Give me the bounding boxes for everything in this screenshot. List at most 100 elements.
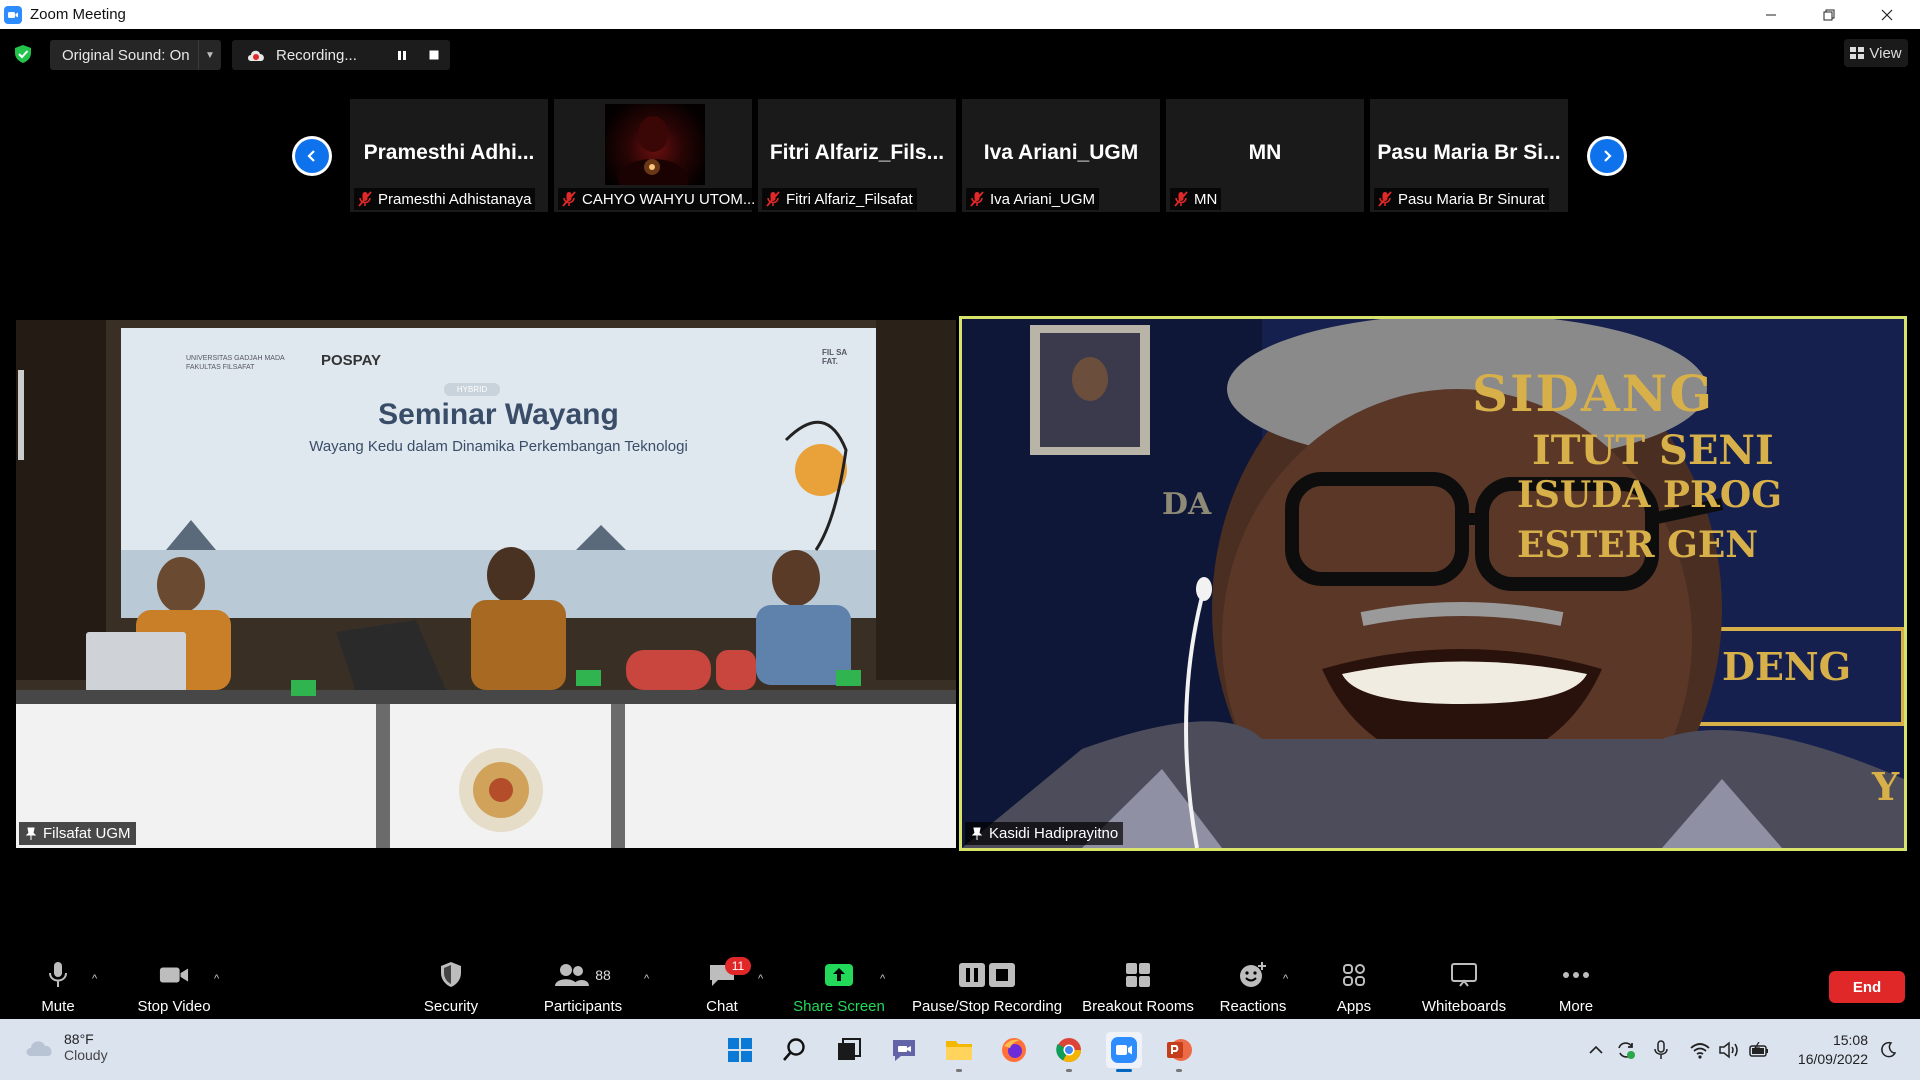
original-sound-button[interactable]: Original Sound: On ▼	[50, 40, 221, 70]
participant-tile[interactable]: CAHYO WAHYU UTOM...	[554, 99, 760, 212]
taskbar-search-button[interactable]	[776, 1032, 812, 1068]
start-button[interactable]	[722, 1032, 758, 1068]
pause-recording-button[interactable]	[386, 40, 418, 70]
stop-icon	[429, 50, 439, 60]
participants-button[interactable]: 88 Participants	[540, 951, 626, 1019]
running-indicator	[1176, 1069, 1182, 1072]
breakout-rooms-button[interactable]: Breakout Rooms	[1080, 951, 1196, 1019]
volume-tray-button[interactable]	[1717, 1039, 1741, 1061]
audio-options-chevron-icon[interactable]: ^	[92, 973, 97, 985]
participant-tile[interactable]: MN MN	[1166, 99, 1364, 212]
close-icon	[1881, 9, 1893, 20]
video-options-chevron-icon[interactable]: ^	[214, 973, 219, 985]
teams-chat-app[interactable]	[886, 1032, 922, 1068]
do-not-disturb-moon-icon	[1881, 1041, 1897, 1058]
participant-tile[interactable]: Iva Ariani_UGM Iva Ariani_UGM	[962, 99, 1160, 212]
wifi-tray-button[interactable]	[1689, 1039, 1711, 1061]
reactions-button[interactable]: Reactions	[1218, 951, 1288, 1019]
original-sound-label: Original Sound: On	[62, 46, 190, 64]
reactions-options-chevron-icon[interactable]: ^	[1283, 973, 1288, 985]
show-hidden-icons-button[interactable]	[1586, 1039, 1606, 1061]
apps-label: Apps	[1336, 998, 1372, 1015]
stop-recording-button[interactable]	[418, 40, 450, 70]
more-button[interactable]: More	[1556, 951, 1596, 1019]
zoom-app-icon	[1111, 1037, 1137, 1063]
share-screen-label: Share Screen	[793, 998, 885, 1015]
running-indicator	[1116, 1069, 1132, 1072]
share-screen-button[interactable]: Share Screen	[790, 951, 888, 1019]
end-meeting-button[interactable]: End	[1829, 971, 1905, 1003]
next-page-button[interactable]	[1587, 136, 1627, 176]
chrome-app[interactable]	[1051, 1032, 1087, 1072]
zoom-app[interactable]	[1106, 1032, 1142, 1072]
chevron-left-icon	[307, 150, 315, 162]
participant-label: Pramesthi Adhistanaya	[354, 188, 536, 210]
weather-widget[interactable]: 88°F Cloudy	[24, 1031, 108, 1063]
pause-icon	[398, 50, 406, 60]
microphone-in-use-icon	[1654, 1040, 1668, 1059]
restore-button[interactable]	[1800, 0, 1858, 29]
chevron-up-icon	[1589, 1045, 1603, 1054]
video-participant-name: Filsafat UGM	[43, 825, 131, 842]
video-kasidi-hadiprayitno[interactable]: SIDANG ITUT SENI DA ISUDA PROG ESTER GEN…	[959, 316, 1907, 851]
banner-sponsor-text: POSPAY	[321, 352, 382, 369]
participants-options-chevron-icon[interactable]: ^	[644, 973, 649, 985]
pin-icon	[971, 827, 983, 840]
cloud-recording-icon	[248, 50, 264, 61]
whiteboards-button[interactable]: Whiteboards	[1414, 951, 1514, 1019]
encryption-shield-icon[interactable]	[13, 44, 33, 64]
weather-condition: Cloudy	[64, 1047, 108, 1063]
microphone-icon	[49, 962, 67, 987]
firefox-app[interactable]	[996, 1032, 1032, 1068]
banner-subtitle-text: Wayang Kedu dalam Dinamika Perkembangan …	[309, 438, 688, 455]
participant-tile[interactable]: Pramesthi Adhi... Pramesthi Adhistanaya	[350, 99, 548, 212]
view-button[interactable]: View	[1844, 39, 1908, 67]
microphone-tray-button[interactable]	[1651, 1039, 1671, 1061]
folder-icon	[946, 1041, 972, 1060]
stop-video-label: Stop Video	[137, 998, 211, 1015]
participant-name: MN	[1194, 190, 1218, 208]
participant-tile[interactable]: Fitri Alfariz_Fils... Fitri Alfariz_Fils…	[758, 99, 956, 212]
teams-chat-icon	[893, 1040, 915, 1061]
battery-tray-button[interactable]	[1748, 1039, 1772, 1061]
chrome-icon	[1056, 1038, 1081, 1063]
view-label: View	[1869, 44, 1902, 62]
taskbar-clock[interactable]: 15:08 16/09/2022	[1778, 1031, 1868, 1069]
video-filsafat-ugm[interactable]: UNIVERSITAS GADJAH MADA FAKULTAS FILSAFA…	[16, 320, 956, 848]
mute-button[interactable]: Mute	[33, 951, 83, 1019]
whiteboards-label: Whiteboards	[1421, 998, 1507, 1015]
chevron-down-icon[interactable]: ▼	[198, 40, 221, 70]
banner-org-text: UNIVERSITAS GADJAH MADA FAKULTAS FILSAFA…	[186, 355, 285, 371]
file-explorer-app[interactable]	[941, 1032, 977, 1072]
chat-options-chevron-icon[interactable]: ^	[758, 973, 763, 985]
minimize-button[interactable]	[1742, 0, 1800, 29]
task-view-button[interactable]	[831, 1032, 867, 1068]
share-options-chevron-icon[interactable]: ^	[880, 973, 885, 985]
security-label: Security	[423, 998, 479, 1015]
participants-icon	[555, 964, 590, 986]
sync-tray-button[interactable]	[1615, 1039, 1637, 1061]
participant-label: Fitri Alfariz_Filsafat	[762, 188, 917, 210]
close-button[interactable]	[1858, 0, 1916, 29]
backdrop-text: SIDANG	[1472, 364, 1715, 423]
apps-button[interactable]: Apps	[1330, 951, 1378, 1019]
search-icon	[783, 1038, 805, 1061]
backdrop-text: ISUDA PROG	[1517, 474, 1783, 516]
clock-time: 15:08	[1832, 1032, 1868, 1048]
pause-stop-recording-button[interactable]: Pause/Stop Recording	[910, 951, 1064, 1019]
notifications-button[interactable]	[1876, 1039, 1900, 1061]
participant-display-name: Pramesthi Adhi...	[363, 141, 535, 164]
backdrop-text: Y	[1872, 764, 1900, 809]
windows-taskbar: 88°F Cloudy 15:08 16/09/2022	[0, 1019, 1920, 1080]
participant-label: Iva Ariani_UGM	[966, 188, 1100, 210]
sync-icon	[1618, 1042, 1635, 1059]
previous-page-button[interactable]	[292, 136, 332, 176]
mic-muted-icon	[766, 191, 780, 207]
stop-video-button[interactable]: Stop Video	[133, 951, 215, 1019]
mic-muted-icon	[562, 191, 576, 207]
security-button[interactable]: Security	[418, 951, 484, 1019]
participant-tile[interactable]: Pasu Maria Br Si... Pasu Maria Br Sinura…	[1370, 99, 1568, 212]
more-label: More	[1558, 998, 1594, 1015]
mic-muted-icon	[1174, 191, 1188, 207]
powerpoint-app[interactable]	[1161, 1032, 1197, 1072]
